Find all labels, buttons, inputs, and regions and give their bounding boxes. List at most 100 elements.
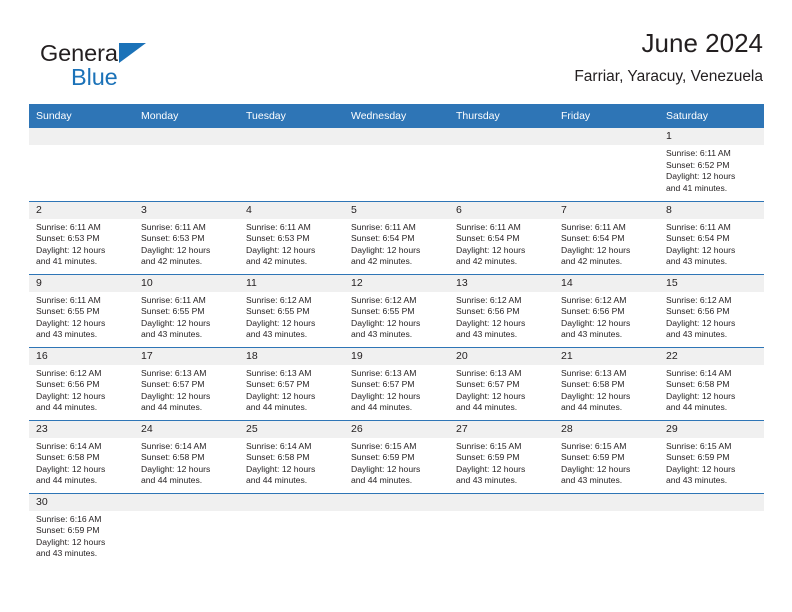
day-sun-info: Sunrise: 6:11 AM Sunset: 6:54 PM Daylight:… <box>449 219 554 268</box>
day-daylight-line: Daylight: 12 hours <box>561 317 631 328</box>
day-daylight-line: and 42 minutes. <box>456 256 518 267</box>
day-sun-info: Sunrise: 6:14 AM Sunset: 6:58 PM Daylight:… <box>134 438 239 487</box>
day-daylight-line: and 44 minutes. <box>141 402 203 413</box>
day-sun-info: Sunrise: 6:16 AM Sunset: 6:59 PM Daylight:… <box>29 511 134 560</box>
day-number <box>29 128 134 145</box>
day-daylight-line: Daylight: 12 hours <box>351 390 421 401</box>
calendar-day-cell[interactable]: 4 Sunrise: 6:11 AM Sunset: 6:53 PM Daylight… <box>239 200 344 274</box>
calendar-empty-cell <box>554 128 659 201</box>
day-number <box>449 493 554 511</box>
day-sunset-line: Sunset: 6:58 PM <box>141 452 205 463</box>
day-daylight-line: Daylight: 12 hours <box>36 244 106 255</box>
day-daylight-line: Daylight: 12 hours <box>561 244 631 255</box>
calendar-day-cell[interactable]: 13 Sunrise: 6:12 AM Sunset: 6:56 PM Dayligh… <box>449 273 554 347</box>
day-daylight-line: and 43 minutes. <box>246 329 308 340</box>
day-sunrise-line: Sunrise: 6:11 AM <box>36 221 101 232</box>
calendar-day-cell[interactable]: 2 Sunrise: 6:11 AM Sunset: 6:53 PM Daylight… <box>29 200 134 274</box>
day-sunrise-line: Sunrise: 6:12 AM <box>561 294 627 305</box>
day-daylight-line: and 41 minutes. <box>36 256 98 267</box>
day-sunset-line: Sunset: 6:53 PM <box>36 233 100 244</box>
calendar-day-cell[interactable]: 20 Sunrise: 6:13 AM Sunset: 6:57 PM Dayligh… <box>449 346 554 420</box>
calendar-day-cell[interactable]: 17 Sunrise: 6:13 AM Sunset: 6:57 PM Dayligh… <box>134 346 239 420</box>
calendar-day-cell[interactable]: 26 Sunrise: 6:15 AM Sunset: 6:59 PM Dayligh… <box>344 419 449 493</box>
day-sunset-line: Sunset: 6:59 PM <box>351 452 415 463</box>
calendar-day-cell[interactable]: 8 Sunrise: 6:11 AM Sunset: 6:54 PM Daylight… <box>659 200 764 274</box>
day-number: 2 <box>29 201 134 219</box>
calendar-day-cell[interactable]: 24 Sunrise: 6:14 AM Sunset: 6:58 PM Dayligh… <box>134 419 239 493</box>
calendar-day-cell[interactable]: 21 Sunrise: 6:13 AM Sunset: 6:58 PM Dayligh… <box>554 346 659 420</box>
day-daylight-line: Daylight: 12 hours <box>561 463 631 474</box>
day-daylight-line: Daylight: 12 hours <box>456 244 526 255</box>
calendar-day-cell[interactable]: 1 Sunrise: 6:11 AM Sunset: 6:52 PM Daylight… <box>659 128 764 201</box>
calendar-day-cell[interactable]: 3 Sunrise: 6:11 AM Sunset: 6:53 PM Daylight… <box>134 200 239 274</box>
day-daylight-line: and 43 minutes. <box>666 329 728 340</box>
day-sunset-line: Sunset: 6:55 PM <box>36 306 100 317</box>
page-header: General Blue June 2024 Farriar, Yaracuy,… <box>29 26 763 98</box>
day-number <box>554 128 659 145</box>
calendar-day-cell[interactable]: 27 Sunrise: 6:15 AM Sunset: 6:59 PM Dayligh… <box>449 419 554 493</box>
day-daylight-line: and 44 minutes. <box>561 402 623 413</box>
day-sunrise-line: Sunrise: 6:13 AM <box>561 367 627 378</box>
day-sunset-line: Sunset: 6:54 PM <box>456 233 520 244</box>
calendar-day-cell[interactable]: 7 Sunrise: 6:11 AM Sunset: 6:54 PM Daylight… <box>554 200 659 274</box>
calendar-day-cell[interactable]: 28 Sunrise: 6:15 AM Sunset: 6:59 PM Dayligh… <box>554 419 659 493</box>
day-sun-info: Sunrise: 6:15 AM Sunset: 6:59 PM Daylight:… <box>659 438 764 487</box>
day-sunrise-line: Sunrise: 6:11 AM <box>36 294 101 305</box>
day-sun-info: Sunrise: 6:12 AM Sunset: 6:55 PM Daylight:… <box>344 292 449 341</box>
calendar-day-cell[interactable]: 15 Sunrise: 6:12 AM Sunset: 6:56 PM Dayligh… <box>659 273 764 347</box>
calendar-day-cell[interactable]: 14 Sunrise: 6:12 AM Sunset: 6:56 PM Dayligh… <box>554 273 659 347</box>
general-blue-logo[interactable]: General Blue <box>40 40 230 100</box>
day-sun-info: Sunrise: 6:11 AM Sunset: 6:55 PM Daylight:… <box>29 292 134 341</box>
calendar-day-cell[interactable]: 29 Sunrise: 6:15 AM Sunset: 6:59 PM Dayligh… <box>659 419 764 493</box>
day-number: 18 <box>239 347 344 365</box>
weekday-header-monday: Monday <box>134 104 239 128</box>
day-number: 26 <box>344 420 449 438</box>
calendar-day-cell[interactable]: 11 Sunrise: 6:12 AM Sunset: 6:55 PM Dayligh… <box>239 273 344 347</box>
day-daylight-line: and 42 minutes. <box>141 256 203 267</box>
day-sunrise-line: Sunrise: 6:13 AM <box>351 367 417 378</box>
day-sunrise-line: Sunrise: 6:13 AM <box>246 367 312 378</box>
day-number: 29 <box>659 420 764 438</box>
day-number <box>449 128 554 145</box>
calendar-day-cell[interactable]: 30 Sunrise: 6:16 AM Sunset: 6:59 PM Dayligh… <box>29 492 134 566</box>
day-daylight-line: Daylight: 12 hours <box>141 244 211 255</box>
day-sunrise-line: Sunrise: 6:12 AM <box>666 294 732 305</box>
day-sunrise-line: Sunrise: 6:14 AM <box>141 440 207 451</box>
day-daylight-line: Daylight: 12 hours <box>351 244 421 255</box>
calendar-day-cell[interactable]: 6 Sunrise: 6:11 AM Sunset: 6:54 PM Daylight… <box>449 200 554 274</box>
day-number: 1 <box>659 128 764 145</box>
calendar-day-cell[interactable]: 22 Sunrise: 6:14 AM Sunset: 6:58 PM Dayligh… <box>659 346 764 420</box>
day-number: 19 <box>344 347 449 365</box>
day-number: 30 <box>29 493 134 511</box>
calendar-day-cell[interactable]: 18 Sunrise: 6:13 AM Sunset: 6:57 PM Dayligh… <box>239 346 344 420</box>
day-sunrise-line: Sunrise: 6:12 AM <box>456 294 522 305</box>
day-sunrise-line: Sunrise: 6:11 AM <box>666 221 731 232</box>
day-sunrise-line: Sunrise: 6:16 AM <box>36 513 102 524</box>
day-sun-info: Sunrise: 6:13 AM Sunset: 6:58 PM Daylight:… <box>554 365 659 414</box>
calendar-day-cell[interactable]: 12 Sunrise: 6:12 AM Sunset: 6:55 PM Dayligh… <box>344 273 449 347</box>
day-daylight-line: Daylight: 12 hours <box>36 463 106 474</box>
day-sunset-line: Sunset: 6:53 PM <box>141 233 205 244</box>
day-sun-info: Sunrise: 6:14 AM Sunset: 6:58 PM Daylight:… <box>29 438 134 487</box>
day-daylight-line: Daylight: 12 hours <box>246 244 316 255</box>
calendar-day-cell[interactable]: 23 Sunrise: 6:14 AM Sunset: 6:58 PM Dayligh… <box>29 419 134 493</box>
day-daylight-line: and 44 minutes. <box>141 475 203 486</box>
day-number: 10 <box>134 274 239 292</box>
day-daylight-line: Daylight: 12 hours <box>36 536 106 547</box>
calendar-day-cell[interactable]: 5 Sunrise: 6:11 AM Sunset: 6:54 PM Daylight… <box>344 200 449 274</box>
calendar-empty-cell <box>344 128 449 201</box>
calendar-day-cell[interactable]: 16 Sunrise: 6:12 AM Sunset: 6:56 PM Dayligh… <box>29 346 134 420</box>
calendar-day-cell[interactable]: 9 Sunrise: 6:11 AM Sunset: 6:55 PM Daylight… <box>29 273 134 347</box>
calendar-day-cell[interactable]: 10 Sunrise: 6:11 AM Sunset: 6:55 PM Dayligh… <box>134 273 239 347</box>
day-sun-info: Sunrise: 6:14 AM Sunset: 6:58 PM Daylight:… <box>239 438 344 487</box>
day-daylight-line: Daylight: 12 hours <box>141 390 211 401</box>
calendar-day-cell[interactable]: 19 Sunrise: 6:13 AM Sunset: 6:57 PM Dayligh… <box>344 346 449 420</box>
calendar-day-cell[interactable]: 25 Sunrise: 6:14 AM Sunset: 6:58 PM Dayligh… <box>239 419 344 493</box>
day-sun-info: Sunrise: 6:11 AM Sunset: 6:54 PM Daylight:… <box>344 219 449 268</box>
day-number: 12 <box>344 274 449 292</box>
day-daylight-line: Daylight: 12 hours <box>456 317 526 328</box>
day-sunset-line: Sunset: 6:53 PM <box>246 233 310 244</box>
day-sunrise-line: Sunrise: 6:11 AM <box>141 294 206 305</box>
day-sunrise-line: Sunrise: 6:15 AM <box>561 440 627 451</box>
weekday-header-tuesday: Tuesday <box>239 104 344 128</box>
